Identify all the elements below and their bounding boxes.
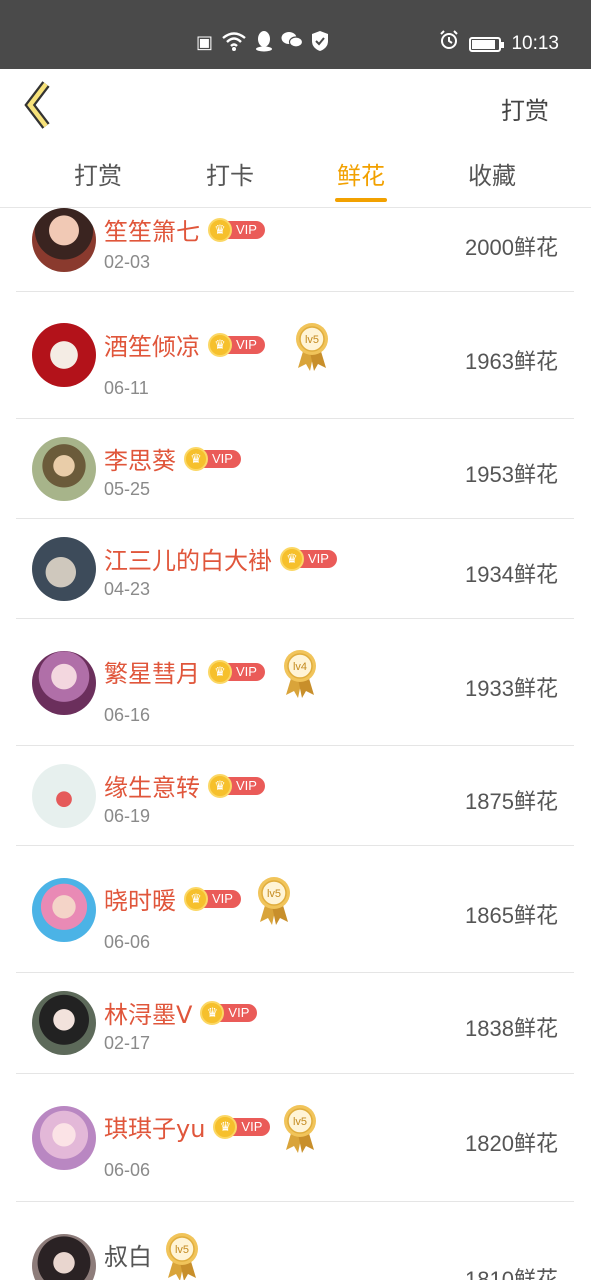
level-medal-icon: lv5 <box>296 323 328 371</box>
user-name: 江三儿的白大褂 ♛ VIP <box>104 541 337 576</box>
status-time: 10:13 <box>511 33 559 54</box>
status-icons-left: ▣ <box>196 30 329 56</box>
avatar <box>32 991 96 1055</box>
vip-badge: ♛ VIP <box>213 1115 271 1139</box>
list-item-date: 02-03 <box>104 252 151 272</box>
svg-text:lv5: lv5 <box>293 1116 307 1128</box>
list-item[interactable]: 笙笙箫七 ♛ VIP 02-03 2000鲜花 <box>16 208 574 292</box>
level-medal-icon: lv5 <box>166 1233 198 1280</box>
list-item-date: 02-17 <box>104 1033 151 1053</box>
tab-checkin[interactable]: 打卡 <box>190 156 270 191</box>
flower-count: 1865鲜花 <box>465 903 558 929</box>
user-name: 李思葵 ♛ VIP <box>104 441 241 476</box>
wifi-icon <box>221 30 247 56</box>
list-item-date: 06-16 <box>104 705 151 725</box>
list-item-date: 04-23 <box>104 579 151 599</box>
avatar <box>32 764 96 828</box>
user-name: 繁星彗月 ♛ VIP <box>104 654 265 689</box>
flower-count: 1810鲜花 <box>465 1267 558 1280</box>
list-item[interactable]: 酒笙倾凉 ♛ VIP lv5 06-11 1963鲜花 <box>16 292 574 419</box>
flower-count: 1934鲜花 <box>465 562 558 588</box>
avatar <box>32 878 96 942</box>
flower-count: 1838鲜花 <box>465 1016 558 1042</box>
back-button[interactable] <box>16 79 64 131</box>
avatar <box>32 1106 96 1170</box>
alarm-icon <box>439 30 459 58</box>
flower-count: 1820鲜花 <box>465 1131 558 1157</box>
vip-badge: ♛ VIP <box>208 660 265 684</box>
top-bar: 打赏 <box>0 69 591 141</box>
crown-icon: ♛ <box>280 547 304 571</box>
list-item[interactable]: 江三儿的白大褂 ♛ VIP 04-23 1934鲜花 <box>16 519 574 619</box>
crown-icon: ♛ <box>208 774 232 798</box>
list-item-date: 06-06 <box>104 1160 151 1180</box>
list-item[interactable]: 叔白 lv5 1810鲜花 <box>16 1202 574 1280</box>
vip-badge: ♛ VIP <box>208 774 265 798</box>
flower-count: 2000鲜花 <box>465 235 558 261</box>
battery-icon <box>469 36 505 52</box>
list-item[interactable]: 缘生意转 ♛ VIP 06-19 1875鲜花 <box>16 746 574 846</box>
avatar <box>32 208 96 272</box>
shield-icon <box>311 30 329 56</box>
avatar <box>32 651 96 715</box>
user-name: 笙笙箫七 ♛ VIP <box>104 212 265 247</box>
list-item[interactable]: 李思葵 ♛ VIP 05-25 1953鲜花 <box>16 419 574 519</box>
list-item-date: 06-19 <box>104 806 151 826</box>
list-item[interactable]: 繁星彗月 ♛ VIP lv4 06-16 1933鲜花 <box>16 619 574 746</box>
vip-badge: ♛ VIP <box>200 1001 258 1025</box>
list-item-date: 06-06 <box>104 932 151 952</box>
vip-badge: ♛ VIP <box>184 887 241 911</box>
list-item[interactable]: 晓时暖 ♛ VIP lv5 06-06 1865鲜花 <box>16 846 574 973</box>
level-medal-icon: lv5 <box>258 877 290 925</box>
crown-icon: ♛ <box>184 447 208 471</box>
crown-icon: ♛ <box>208 218 232 242</box>
list-item-date: 05-25 <box>104 479 151 499</box>
list-item-date: 06-11 <box>104 378 149 398</box>
flower-count: 1963鲜花 <box>465 349 558 375</box>
vip-badge: ♛ VIP <box>280 547 337 571</box>
level-medal-icon: lv4 <box>284 650 316 698</box>
tab-favorites[interactable]: 收藏 <box>452 156 532 191</box>
reward-action-button[interactable]: 打赏 <box>501 91 549 126</box>
crown-icon: ♛ <box>208 333 232 357</box>
user-name: 叔白 <box>104 1243 152 1271</box>
svg-text:lv4: lv4 <box>293 661 307 673</box>
crown-icon: ♛ <box>208 660 232 684</box>
tab-reward[interactable]: 打赏 <box>58 156 138 191</box>
wechat-icon <box>281 30 304 56</box>
flower-count: 1933鲜花 <box>465 676 558 702</box>
avatar <box>32 537 96 601</box>
avatar <box>32 1234 96 1280</box>
list-item[interactable]: 林浔墨V ♛ VIP 02-17 1838鲜花 <box>16 973 574 1074</box>
user-name: 琪琪子yu ♛ VIP <box>104 1109 271 1144</box>
qq-icon <box>255 30 273 56</box>
active-tab-indicator <box>335 198 387 202</box>
user-name: 林浔墨V ♛ VIP <box>104 995 258 1030</box>
level-medal-icon: lv5 <box>284 1105 316 1153</box>
tab-flowers[interactable]: 鲜花 <box>321 156 401 191</box>
vip-badge: ♛ VIP <box>208 218 265 242</box>
flower-count: 1953鲜花 <box>465 462 558 488</box>
svg-text:lv5: lv5 <box>267 888 281 900</box>
user-name: 晓时暖 ♛ VIP <box>104 881 241 916</box>
vip-badge: ♛ VIP <box>208 333 265 357</box>
svg-text:lv5: lv5 <box>305 334 319 346</box>
svg-text:lv5: lv5 <box>175 1244 189 1256</box>
user-name: 缘生意转 ♛ VIP <box>104 768 265 803</box>
crown-icon: ♛ <box>184 887 208 911</box>
status-icons-right: 10:13 <box>439 30 559 58</box>
tab-bar: 打赏 打卡 鲜花 收藏 <box>0 141 591 208</box>
user-name: 酒笙倾凉 ♛ VIP <box>104 327 265 362</box>
avatar <box>32 323 96 387</box>
vip-badge: ♛ VIP <box>184 447 241 471</box>
flower-count: 1875鲜花 <box>465 789 558 815</box>
chevron-left-icon <box>24 81 50 129</box>
avatar <box>32 437 96 501</box>
sim-alert-icon: ▣ <box>196 32 214 53</box>
list-item[interactable]: 琪琪子yu ♛ VIP lv5 06-06 1820鲜花 <box>16 1074 574 1202</box>
status-bar: ▣ 10:13 <box>0 0 591 69</box>
